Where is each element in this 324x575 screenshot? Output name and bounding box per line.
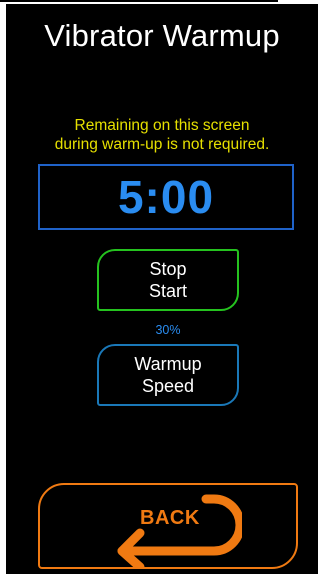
- page-title: Vibrator Warmup: [44, 18, 280, 53]
- warmup-screen: Vibrator Warmup Remaining on this screen…: [6, 4, 318, 574]
- back-arrow-icon: [117, 494, 242, 567]
- stop-start-label-line-2: Start: [148, 281, 187, 301]
- back-button[interactable]: BACK: [38, 483, 298, 569]
- warmup-speed-label-line-2: Speed: [141, 376, 195, 396]
- warmup-notice-line-2: during warm-up is not required.: [54, 136, 270, 153]
- warmup-speed-percent: 30%: [155, 323, 181, 337]
- top-divider-line: [0, 0, 278, 2]
- stop-start-button[interactable]: Stop Start: [97, 249, 239, 311]
- countdown-timer-display: 5:00: [38, 164, 294, 230]
- countdown-timer-value: 5:00: [117, 171, 215, 223]
- warmup-speed-label-line-1: Warmup: [134, 354, 202, 374]
- warmup-notice-line-1: Remaining on this screen: [74, 117, 250, 134]
- back-button-label: BACK: [140, 507, 200, 529]
- warmup-notice: Remaining on this screen during warm-up …: [6, 116, 318, 154]
- stop-start-label-line-1: Stop: [149, 259, 187, 279]
- warmup-speed-button[interactable]: Warmup Speed: [97, 344, 239, 406]
